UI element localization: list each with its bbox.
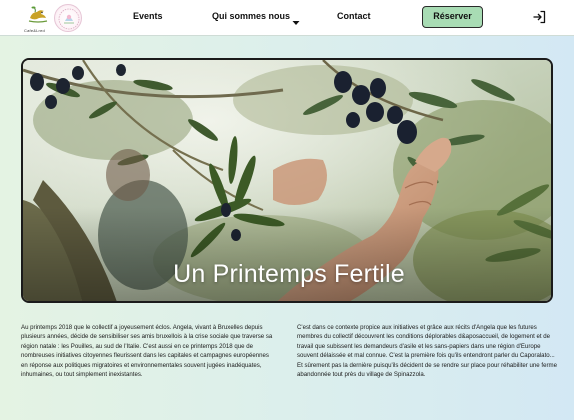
article-left-paragraph: Au printemps 2018 que le collectif a joy… — [21, 324, 273, 379]
partner-seal-icon — [54, 4, 82, 32]
site-header: Cafe&Lred Events Qui sommes nous Contact… — [0, 0, 574, 36]
article-right-paragraph: C'est dans ce contexte propice aux initi… — [297, 324, 557, 379]
hero-banner: Un Printemps Fertile — [21, 58, 553, 303]
login-icon[interactable] — [532, 10, 546, 24]
nav-about[interactable]: Qui sommes nous — [212, 11, 290, 21]
chevron-down-icon[interactable] — [292, 13, 300, 25]
nav-contact[interactable]: Contact — [337, 11, 371, 21]
logo-wordmark: Cafe&Lred — [24, 28, 45, 33]
hero-title: Un Printemps Fertile — [173, 260, 405, 288]
nav-events[interactable]: Events — [133, 11, 163, 21]
reserve-button[interactable]: Réserver — [422, 6, 483, 28]
bird-logo-icon[interactable] — [26, 3, 50, 27]
